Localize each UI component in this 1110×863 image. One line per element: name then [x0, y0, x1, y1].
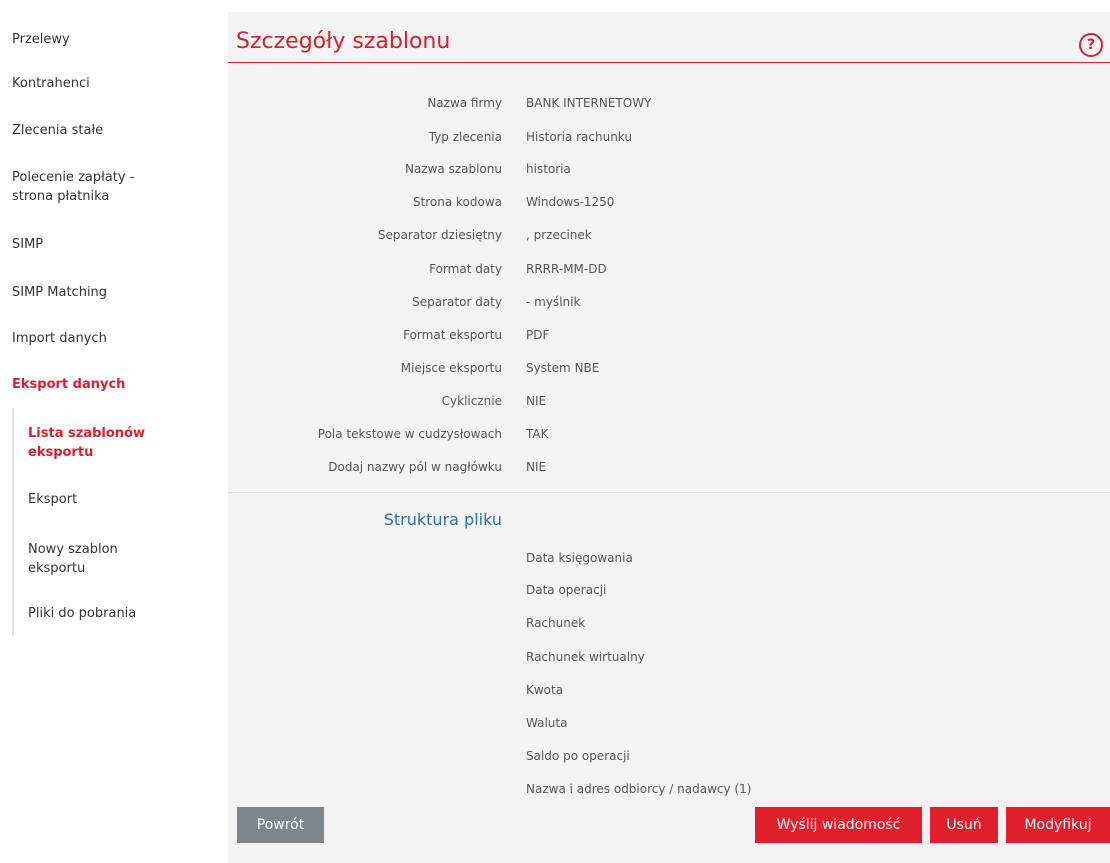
list-item: Kwota [526, 683, 564, 697]
detail-value: Windows-1250 [526, 195, 615, 209]
detail-label: Format eksportu [403, 328, 502, 342]
detail-label: Format daty [429, 262, 502, 276]
subnav-rail [12, 408, 14, 636]
page-title: Szczegóły szablonu [236, 29, 451, 54]
detail-value: Historia rachunku [526, 130, 632, 144]
back-button[interactable]: Powrót [237, 807, 324, 843]
list-item: Waluta [526, 716, 568, 730]
structure-title: Struktura pliku [383, 510, 502, 529]
modify-button[interactable]: Modyfikuj [1006, 807, 1110, 843]
detail-value: TAK [526, 427, 549, 441]
list-item: Data operacji [526, 583, 607, 597]
detail-label: Nazwa firmy [427, 96, 502, 110]
detail-value: NIE [526, 460, 547, 474]
sidebar: Przelewy Kontrahenci Zlecenia stałe Pole… [0, 0, 228, 863]
detail-label: Typ zlecenia [428, 130, 502, 144]
detail-label: Separator daty [412, 295, 502, 309]
sidebar-item-polecenie-zaplaty[interactable]: Polecenie zapłaty - strona płatnika [12, 168, 172, 206]
detail-label: Pola tekstowe w cudzysłowach [317, 427, 502, 441]
sidebar-item-przelewy[interactable]: Przelewy [12, 30, 212, 49]
sidebar-subitem-eksport[interactable]: Eksport [28, 490, 208, 509]
detail-label: Miejsce eksportu [400, 361, 502, 375]
list-item: Saldo po operacji [526, 749, 630, 763]
section-divider [228, 492, 1110, 493]
list-item: Nazwa i adres odbiorcy / nadawcy (1) [526, 782, 752, 796]
list-item: Rachunek wirtualny [526, 650, 645, 664]
send-message-button[interactable]: Wyślij wiadomość [755, 807, 922, 843]
detail-label: Dodaj nazwy pól w nagłówku [328, 460, 502, 474]
sidebar-subitem-pliki-do-pobrania[interactable]: Pliki do pobrania [28, 604, 208, 623]
detail-label: Nazwa szablonu [404, 162, 502, 176]
delete-button[interactable]: Usuń [930, 807, 998, 843]
sidebar-item-simp-matching[interactable]: SIMP Matching [12, 283, 212, 302]
sidebar-item-kontrahenci[interactable]: Kontrahenci [12, 74, 212, 93]
detail-value: RRRR-MM-DD [526, 262, 607, 276]
detail-value: PDF [526, 328, 550, 342]
sidebar-item-zlecenia-stale[interactable]: Zlecenia stałe [12, 121, 212, 140]
sidebar-item-eksport-danych[interactable]: Eksport danych [12, 375, 212, 394]
detail-label: Cyklicznie [441, 394, 502, 408]
detail-label: Separator dziesiętny [377, 228, 502, 242]
main-panel: Szczegóły szablonu ? Nazwa firmy BANK IN… [228, 12, 1110, 863]
detail-value: System NBE [526, 361, 600, 375]
list-item: Data księgowania [526, 551, 633, 565]
sidebar-item-import-danych[interactable]: Import danych [12, 329, 212, 348]
detail-value: , przecinek [526, 228, 592, 242]
page-header: Szczegóły szablonu ? [228, 12, 1110, 63]
sidebar-item-simp[interactable]: SIMP [12, 235, 212, 254]
detail-label: Strona kodowa [412, 195, 502, 209]
sidebar-subitem-lista-szablonow[interactable]: Lista szablonów eksportu [28, 424, 168, 462]
detail-value: historia [526, 162, 571, 176]
detail-value: NIE [526, 394, 547, 408]
detail-value: BANK INTERNETOWY [526, 96, 652, 110]
list-item: Rachunek [526, 616, 586, 630]
help-icon[interactable]: ? [1079, 33, 1103, 57]
sidebar-subitem-nowy-szablon[interactable]: Nowy szablon eksportu [28, 540, 168, 578]
detail-value: - myślnik [526, 295, 581, 309]
